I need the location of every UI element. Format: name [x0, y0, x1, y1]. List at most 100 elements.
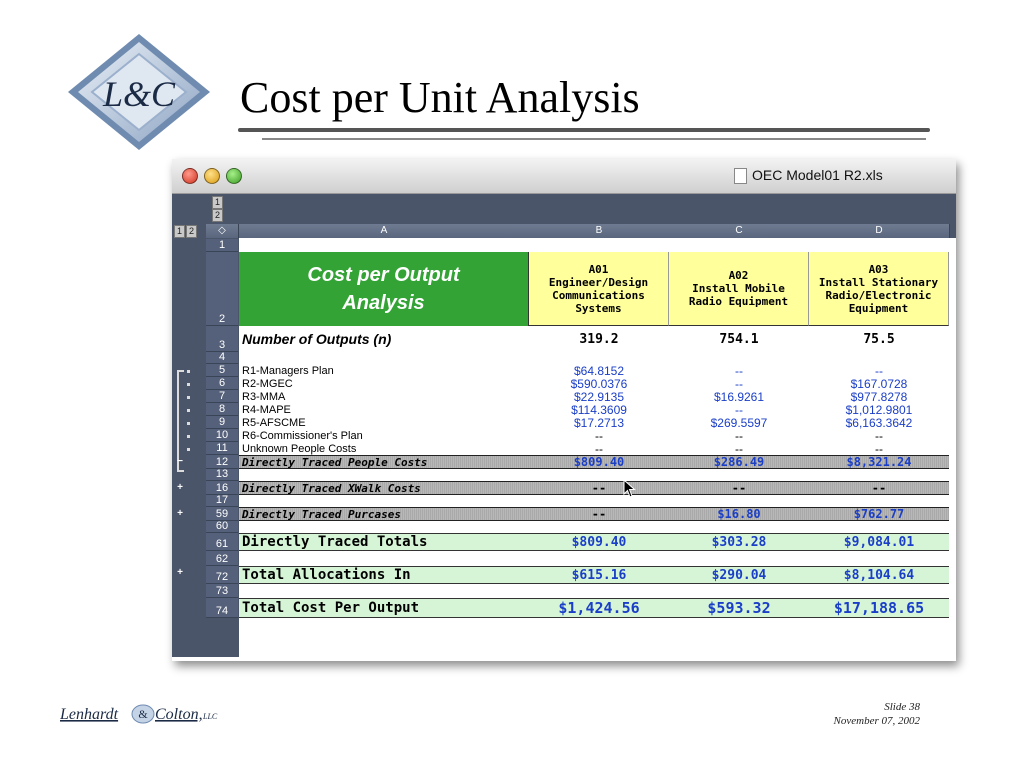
value-cell-a01[interactable] [529, 521, 669, 533]
value-cell-a01[interactable]: $615.16 [529, 567, 669, 583]
value-cell-a01[interactable] [529, 469, 669, 481]
value-cell-a01[interactable]: $809.40 [529, 456, 669, 468]
value-cell-a02[interactable]: -- [669, 364, 809, 377]
row-label-cell[interactable] [239, 521, 529, 533]
value-cell-a02[interactable]: -- [669, 377, 809, 390]
row-number[interactable]: 12 [206, 455, 238, 469]
row-label-cell[interactable]: Number of Outputs (n) [239, 326, 529, 352]
value-cell-a01[interactable]: $590.0376 [529, 377, 669, 390]
value-cell-a01[interactable]: -- [529, 429, 669, 442]
expand-group-button[interactable]: + [176, 568, 184, 578]
row-number[interactable]: 4 [206, 351, 238, 364]
value-cell-a02[interactable]: -- [669, 403, 809, 416]
expand-group-button[interactable]: + [176, 509, 184, 519]
row-label-cell[interactable] [239, 495, 529, 507]
row-label-cell[interactable]: Total Allocations In [239, 567, 529, 583]
value-cell-a03[interactable]: $977.8278 [809, 390, 949, 403]
column-header-c[interactable]: C [669, 224, 810, 238]
value-cell-a03[interactable]: $8,321.24 [809, 456, 949, 468]
row-label-cell[interactable]: Total Cost Per Output [239, 599, 529, 617]
value-cell-a03[interactable] [809, 352, 949, 364]
row-number[interactable]: 62 [206, 551, 238, 566]
value-cell-a03[interactable] [809, 584, 949, 598]
row-number[interactable]: 13 [206, 468, 238, 481]
row-number[interactable]: 7 [206, 390, 238, 403]
value-cell-a03[interactable]: -- [809, 429, 949, 442]
value-cell-a01[interactable] [529, 352, 669, 364]
row-number[interactable]: 8 [206, 403, 238, 416]
value-cell-a02[interactable]: $303.28 [669, 534, 809, 550]
row-label-cell[interactable] [239, 352, 529, 364]
value-cell-a01[interactable]: -- [529, 482, 669, 494]
row-number[interactable]: 5 [206, 364, 238, 377]
row-outline-level-2-button[interactable]: 2 [186, 225, 197, 238]
column-header-a[interactable]: A [239, 224, 530, 238]
row-number[interactable]: 10 [206, 429, 238, 442]
value-cell-a03[interactable] [809, 469, 949, 481]
value-cell-a01[interactable] [529, 584, 669, 598]
row-number[interactable]: 59 [206, 507, 238, 521]
value-cell-a02[interactable] [669, 584, 809, 598]
row-label-cell[interactable]: R4-MAPE [239, 403, 529, 416]
column-header-b[interactable]: B [529, 224, 670, 238]
row-label-cell[interactable]: Directly Traced XWalk Costs [239, 482, 529, 494]
value-cell-a02[interactable] [669, 352, 809, 364]
column-header-d[interactable]: D [809, 224, 950, 238]
row-number[interactable]: 1 [206, 239, 238, 252]
value-cell-a02[interactable]: -- [669, 482, 809, 494]
collapse-group-button[interactable]: − [176, 457, 184, 467]
row-label-cell[interactable]: Directly Traced Purcases [239, 508, 529, 520]
outline-level-1-button[interactable]: 1 [212, 196, 223, 209]
value-cell-a03[interactable]: -- [809, 364, 949, 377]
row-number[interactable]: 60 [206, 520, 238, 533]
minimize-button[interactable] [204, 168, 220, 184]
row-label-cell[interactable]: R5-AFSCME [239, 416, 529, 429]
row-label-cell[interactable]: Directly Traced Totals [239, 534, 529, 550]
row-label-cell[interactable] [239, 469, 529, 481]
value-cell-a02[interactable]: $16.9261 [669, 390, 809, 403]
value-cell-a02[interactable]: 754.1 [669, 326, 809, 352]
window-titlebar[interactable]: OEC Model01 R2.xls [172, 159, 956, 194]
row-label-cell[interactable] [239, 551, 529, 566]
row-number[interactable]: 74 [206, 598, 238, 618]
row-label-cell[interactable]: Unknown People Costs [239, 442, 529, 455]
value-cell-a03[interactable]: $1,012.9801 [809, 403, 949, 416]
row-number[interactable]: 2 [206, 252, 238, 326]
outline-level-2-button[interactable]: 2 [212, 209, 223, 222]
value-cell-a01[interactable]: $114.3609 [529, 403, 669, 416]
value-cell-a02[interactable]: $290.04 [669, 567, 809, 583]
value-cell-a01[interactable]: $1,424.56 [529, 599, 669, 617]
value-cell-a03[interactable] [809, 239, 949, 252]
value-cell-a02[interactable] [669, 521, 809, 533]
value-cell-a01[interactable] [529, 551, 669, 566]
zoom-button[interactable] [226, 168, 242, 184]
row-number[interactable]: 3 [206, 326, 238, 352]
select-all-corner[interactable]: ◇ [206, 224, 239, 238]
value-cell-a01[interactable]: $809.40 [529, 534, 669, 550]
value-cell-a03[interactable]: $6,163.3642 [809, 416, 949, 429]
row-number[interactable]: 11 [206, 442, 238, 455]
row-label-cell[interactable]: R1-Managers Plan [239, 364, 529, 377]
value-cell-a01[interactable]: $64.8152 [529, 364, 669, 377]
value-cell-a02[interactable]: $286.49 [669, 456, 809, 468]
row-number[interactable]: 16 [206, 481, 238, 495]
row-number[interactable]: 9 [206, 416, 238, 429]
row-label-cell[interactable]: R2-MGEC [239, 377, 529, 390]
value-cell-a01[interactable]: 319.2 [529, 326, 669, 352]
value-cell-a01[interactable]: -- [529, 442, 669, 455]
value-cell-a03[interactable]: $167.0728 [809, 377, 949, 390]
value-cell-a01[interactable] [529, 495, 669, 507]
row-label-cell[interactable] [239, 239, 529, 252]
row-number[interactable]: 6 [206, 377, 238, 390]
value-cell-a01[interactable] [529, 239, 669, 252]
value-cell-a03[interactable]: $8,104.64 [809, 567, 949, 583]
value-cell-a02[interactable]: -- [669, 429, 809, 442]
value-cell-a02[interactable]: $16.80 [669, 508, 809, 520]
row-label-cell[interactable]: R3-MMA [239, 390, 529, 403]
value-cell-a01[interactable]: $17.2713 [529, 416, 669, 429]
value-cell-a03[interactable]: $9,084.01 [809, 534, 949, 550]
row-label-cell[interactable] [239, 584, 529, 598]
row-number[interactable]: 17 [206, 494, 238, 507]
row-label-cell[interactable]: R6-Commissioner's Plan [239, 429, 529, 442]
row-number[interactable]: 61 [206, 533, 238, 551]
